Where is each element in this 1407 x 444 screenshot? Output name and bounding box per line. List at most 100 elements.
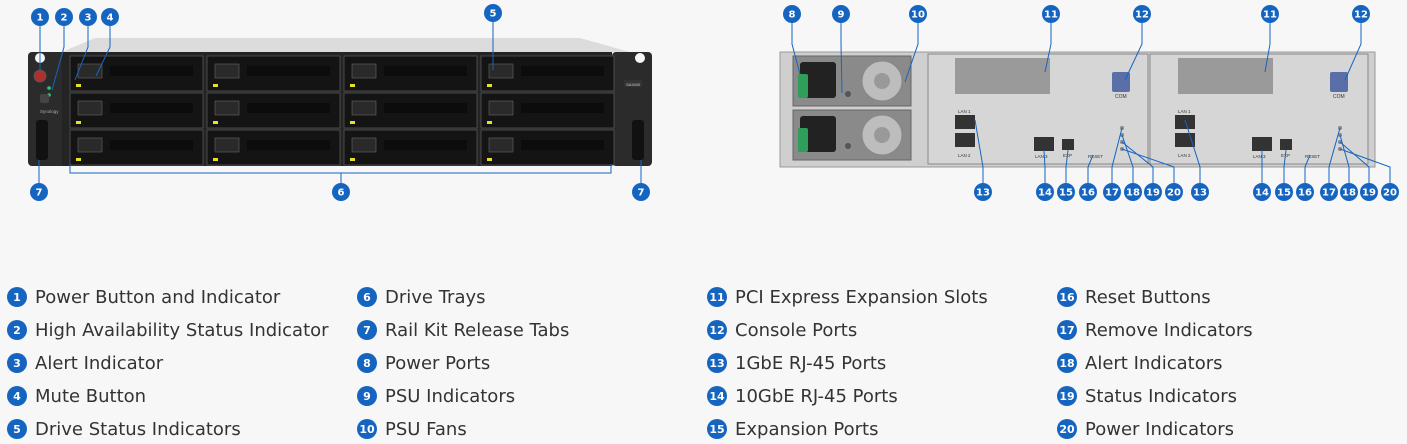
drive-tray	[480, 129, 615, 166]
callout-badge: 13	[1191, 183, 1209, 201]
psu-indicator	[845, 143, 851, 149]
drive-tray	[480, 92, 615, 129]
psu-1	[792, 55, 912, 107]
lan2-label: LAN 2	[1178, 153, 1191, 158]
legend-label: 1GbE RJ-45 Ports	[735, 352, 887, 374]
legend-number-badge: 19	[1057, 386, 1077, 406]
legend-label: Power Button and Indicator	[35, 286, 281, 308]
callout-badge: 14	[1253, 183, 1271, 201]
legend-label: Expansion Ports	[735, 418, 879, 440]
legend-label: Rail Kit Release Tabs	[385, 319, 570, 341]
legend-item: 8 Power Ports	[357, 351, 490, 375]
callout-badge: 5	[484, 4, 502, 22]
drive-status-led	[350, 84, 355, 87]
callout-number: 18	[1126, 188, 1140, 199]
legend-number-badge: 9	[357, 386, 377, 406]
callout-badge: 12	[1133, 5, 1151, 23]
callout-badge: 20	[1165, 183, 1183, 201]
callout-badge: 3	[79, 8, 97, 26]
drive-tray	[480, 55, 615, 92]
callout-number: 17	[1322, 188, 1336, 199]
callout-badge: 10	[909, 5, 927, 23]
drive-status-led	[350, 158, 355, 161]
legend-item: 13 1GbE RJ-45 Ports	[707, 351, 886, 375]
lan3-label: LAN 3	[1253, 154, 1266, 159]
lan1-label: LAN 1	[1178, 109, 1191, 114]
callout-number: 12	[1354, 10, 1368, 21]
controller-b: COM LAN 1 LAN 2 LAN 3 EXP RESET	[1149, 53, 1369, 165]
legend-number-badge: 12	[707, 320, 727, 340]
callout-badge: 9	[832, 5, 850, 23]
drive-tray	[343, 92, 478, 129]
callout-number: 15	[1059, 188, 1073, 199]
legend-item: 20 Power Indicators	[1057, 417, 1234, 441]
callout-number: 7	[638, 188, 645, 199]
power-plug-clip	[798, 74, 808, 98]
lan2-label: LAN 2	[958, 153, 971, 158]
front-brand-label: Synology	[40, 109, 59, 114]
ear-hole	[635, 53, 645, 63]
legend-label: PCI Express Expansion Slots	[735, 286, 988, 308]
callout-badge: 18	[1124, 183, 1142, 201]
right-release-tab	[632, 120, 644, 160]
drive-status-led	[350, 121, 355, 124]
lan2-port	[955, 133, 975, 147]
callout-badge: 16	[1296, 183, 1314, 201]
legend-item: 16 Reset Buttons	[1057, 285, 1211, 309]
legend-label: Power Ports	[385, 352, 491, 374]
callout-badge: 17	[1103, 183, 1121, 201]
callout-badge: 15	[1275, 183, 1293, 201]
callout-number: 14	[1255, 188, 1269, 199]
legend-label: Reset Buttons	[1085, 286, 1211, 308]
callout-number: 4	[107, 13, 114, 24]
callout-badge: 13	[974, 183, 992, 201]
callout-badge: 15	[1057, 183, 1075, 201]
callout-number: 18	[1342, 188, 1356, 199]
callout-number: 9	[838, 10, 845, 21]
callout-badge: 11	[1042, 5, 1060, 23]
drive-tray	[206, 92, 341, 129]
controller-a: COM LAN 1 LAN 2 LAN 3 EXP RESET	[927, 53, 1149, 165]
lan1-port	[955, 115, 975, 129]
legend-label: Alert Indicators	[1085, 352, 1223, 374]
callout-number: 2	[61, 13, 68, 24]
legend-label: PSU Fans	[385, 418, 467, 440]
callout-badge: 8	[783, 5, 801, 23]
front-view: Synology SA3400	[28, 38, 652, 166]
callout-number: 17	[1105, 188, 1119, 199]
callout-number: 20	[1167, 188, 1181, 199]
callout-badge: 1	[31, 8, 49, 26]
callout-number: 11	[1263, 10, 1277, 21]
callout-badge: 12	[1352, 5, 1370, 23]
drive-status-led	[213, 84, 218, 87]
callout-badge: 11	[1261, 5, 1279, 23]
legend-number-badge: 11	[707, 287, 727, 307]
lan3-port	[1034, 137, 1054, 151]
drive-tray	[69, 92, 204, 129]
callout-badge: 14	[1036, 183, 1054, 201]
lan1-label: LAN 1	[958, 109, 971, 114]
callout-number: 10	[911, 10, 925, 21]
legend-label: 10GbE RJ-45 Ports	[735, 385, 898, 407]
drive-status-led	[487, 121, 492, 124]
callout-number: 15	[1277, 188, 1291, 199]
mute-button	[40, 94, 49, 103]
legend-number-badge: 1	[7, 287, 27, 307]
callout-number: 14	[1038, 188, 1052, 199]
drive-status-led	[76, 84, 81, 87]
left-release-tab	[36, 120, 48, 160]
legend-item: 6 Drive Trays	[357, 285, 486, 309]
drive-tray	[69, 55, 204, 92]
com-label: COM	[1333, 94, 1345, 100]
drive-status-led	[76, 121, 81, 124]
drive-tray	[343, 55, 478, 92]
legend-label: Drive Trays	[385, 286, 486, 308]
callout-badge: 17	[1320, 183, 1338, 201]
legend-number-badge: 14	[707, 386, 727, 406]
callout-badge: 7	[632, 183, 650, 201]
drive-tray	[206, 129, 341, 166]
hardware-diagram: Synology SA3400 COM LAN 1 LAN 2 LAN 3 EX…	[28, 4, 1399, 201]
legend-item: 10 PSU Fans	[357, 417, 467, 441]
lan3-port	[1252, 137, 1272, 151]
legend-number-badge: 8	[357, 353, 377, 373]
